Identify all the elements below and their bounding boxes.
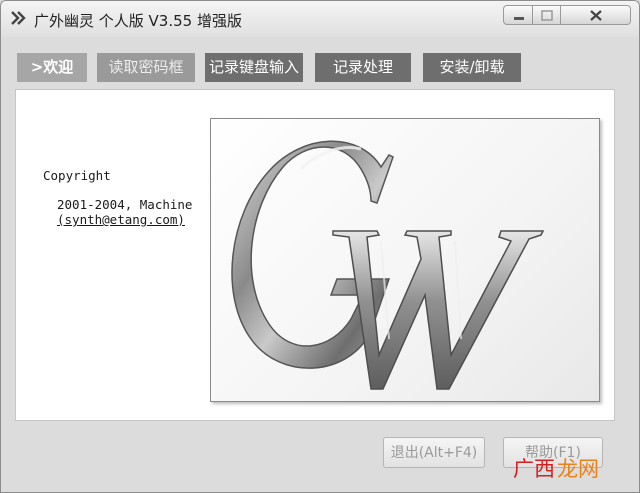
minimize-icon [514, 17, 524, 20]
title-bar[interactable]: 广外幽灵 个人版 V3.55 增强版 [1, 1, 639, 37]
close-icon [590, 10, 602, 21]
tab-read-password[interactable]: 读取密码框 [97, 53, 195, 82]
tab-install-uninstall[interactable]: 安装/卸载 [423, 53, 521, 82]
maximize-button[interactable] [533, 5, 561, 25]
minimize-button[interactable] [503, 5, 533, 25]
window-title: 广外幽灵 个人版 V3.55 增强版 [34, 12, 242, 30]
gw-logo-icon [231, 140, 545, 390]
maximize-icon [541, 10, 553, 21]
watermark-text-red: 广西 [513, 457, 555, 481]
close-button[interactable] [561, 5, 631, 25]
exit-button[interactable]: 退出(Alt+F4) [383, 437, 485, 468]
tab-welcome[interactable]: >欢迎 [17, 53, 87, 82]
copyright-label: Copyright [43, 168, 111, 183]
logo-frame [210, 118, 600, 402]
watermark-text-orange: 龙网 [557, 457, 599, 481]
app-icon[interactable] [10, 10, 26, 26]
welcome-panel: Copyright 2001-2004, Machine (synth@etan… [15, 89, 615, 421]
app-window: 广外幽灵 个人版 V3.55 增强版 >欢迎 读取密码框 记录键盘输入 记录处理… [0, 0, 640, 493]
tab-log-processing[interactable]: 记录处理 [315, 53, 411, 82]
author-email-link[interactable]: (synth@etang.com) [57, 212, 185, 227]
tab-keylog[interactable]: 记录键盘输入 [205, 53, 303, 82]
copyright-years: 2001-2004, Machine [57, 197, 193, 212]
